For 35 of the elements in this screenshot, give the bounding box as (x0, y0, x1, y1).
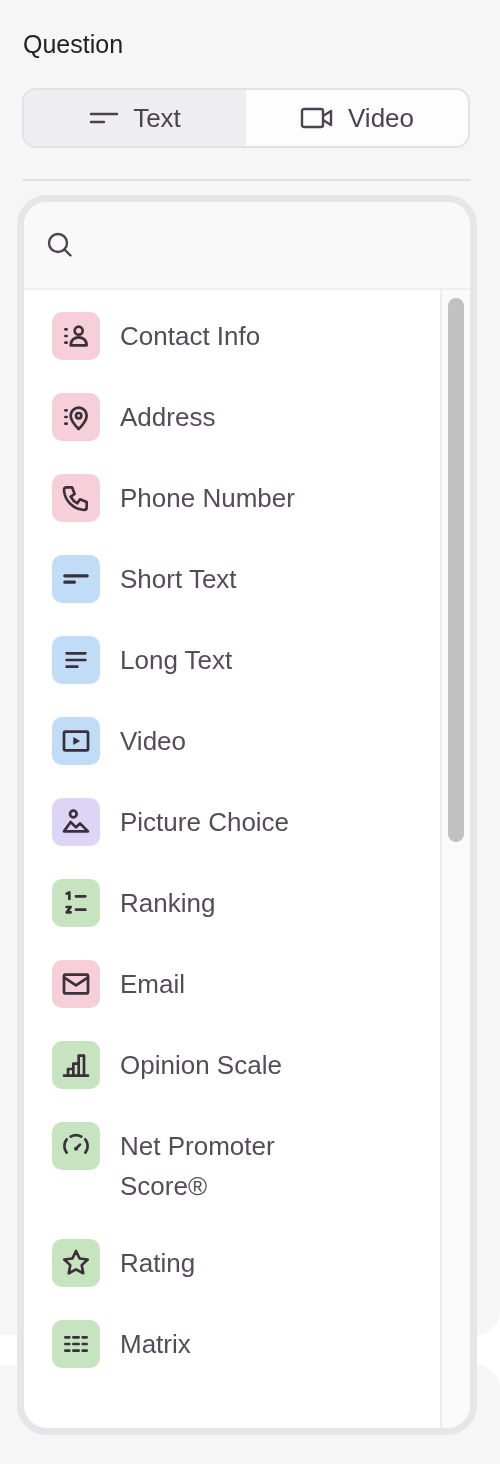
question-type-item[interactable]: Ranking (24, 879, 440, 960)
question-type-item[interactable]: Short Text (24, 555, 440, 636)
question-type-label: Ranking (120, 887, 216, 920)
question-type-item[interactable]: Rating (24, 1239, 440, 1320)
search-icon (46, 231, 74, 259)
question-type-item[interactable]: Matrix (24, 1320, 440, 1401)
question-type-item[interactable]: Opinion Scale (24, 1041, 440, 1122)
section-title: Question (23, 29, 125, 60)
question-type-item[interactable]: Contact Info (24, 312, 440, 393)
tab[interactable]: Video (246, 90, 468, 146)
question-type-label: Long Text (120, 644, 233, 677)
question-type-item[interactable]: Email (24, 960, 440, 1041)
question-type-label: Rating (120, 1247, 196, 1280)
question-type-label: Phone Number (120, 482, 295, 515)
tab[interactable]: Text (24, 90, 246, 146)
question-type-item[interactable]: Video (24, 717, 440, 798)
video-camera-icon (300, 106, 334, 130)
question-type-label: Contact Info (120, 320, 261, 353)
question-type-label: Picture Choice (120, 806, 290, 839)
question-type-label: Address (120, 401, 216, 434)
question-type-label: Matrix (120, 1328, 191, 1361)
question-type-label: Short Text (120, 563, 237, 596)
question-type-label: Email (120, 968, 185, 1001)
question-type-label: Video (120, 725, 187, 758)
question-type-label: Net Promoter Score® (120, 1130, 276, 1203)
question-type-item[interactable]: Address (24, 393, 440, 474)
question-type-item[interactable]: Phone Number (24, 474, 440, 555)
question-type-item[interactable]: Net Promoter Score® (24, 1122, 440, 1239)
question-type-item[interactable]: Long Text (24, 636, 440, 717)
scrollbar-thumb[interactable] (448, 298, 464, 842)
search-field[interactable] (24, 202, 470, 290)
question-type-item[interactable]: Picture Choice (24, 798, 440, 879)
question-type-label: Opinion Scale (120, 1049, 282, 1082)
short-text-icon (63, 571, 89, 587)
text-lines-icon (89, 111, 120, 125)
